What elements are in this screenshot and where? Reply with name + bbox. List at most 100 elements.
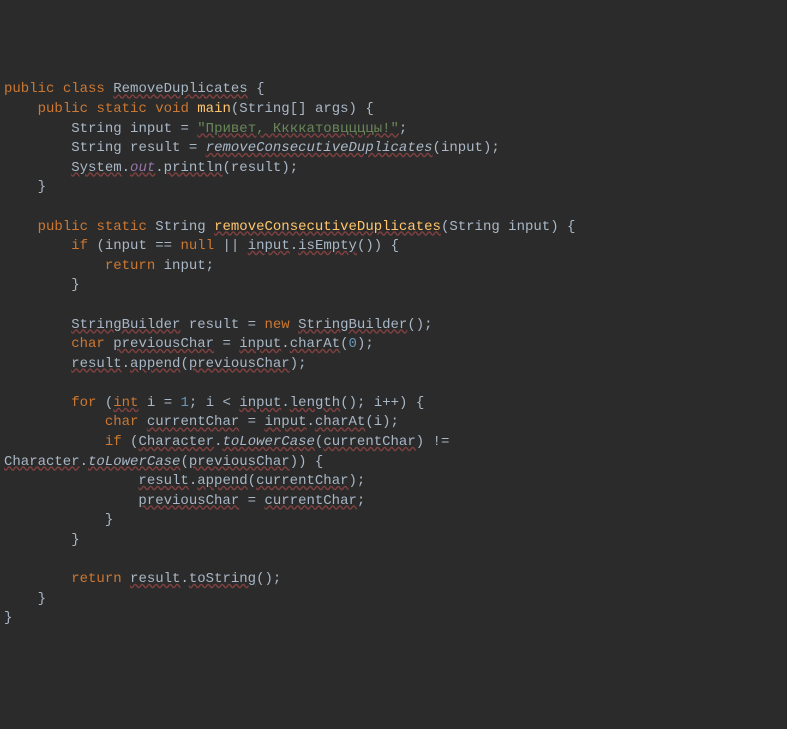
kw-public: public [38,219,88,235]
method-println: println [164,160,223,176]
ident-current: currentChar [147,414,239,430]
semi: ; [424,317,432,333]
kw-public: public [38,101,88,117]
line-14: char previousChar = input.charAt(0); [71,336,374,352]
method-main: main [197,101,231,117]
paren: ) [290,356,298,372]
semi: ; [290,160,298,176]
brace-open: { [416,395,424,411]
brace-close: } [71,532,79,548]
brace-open: { [365,101,373,117]
kw-void: void [155,101,189,117]
op-oror: || [223,238,240,254]
dot: . [122,356,130,372]
ident-i: i [206,395,214,411]
line-19: if (Character.toLowerCase(currentChar) !… [105,434,450,450]
num-1: 1 [181,395,189,411]
type-character: Character [138,434,214,450]
ident-input: input [239,336,281,352]
dot: . [307,414,315,430]
kw-new: new [264,317,289,333]
brace-close: } [38,179,46,195]
dot: . [155,160,163,176]
line-26: return result.toString(); [71,571,281,587]
bracket: [ [290,101,298,117]
dot: . [281,336,289,352]
paren: ) [298,454,306,470]
ident-args: args [315,101,349,117]
line-18: char currentChar = input.charAt(i); [105,414,399,430]
ident-input: input [105,238,147,254]
paren: ( [340,336,348,352]
line-17: for (int i = 1; i < input.length(); i++)… [71,395,424,411]
code-editor: public class RemoveDuplicates { public s… [0,78,787,631]
paren: ) [416,317,424,333]
brace-close: } [105,512,113,528]
paren: ) [281,160,289,176]
type-string: String [239,101,289,117]
line-5: System.out.println(result); [71,160,298,176]
semi: ; [273,571,281,587]
method-charat: charAt [290,336,340,352]
semi: ; [391,414,399,430]
semi: ; [206,258,214,274]
kw-char: char [105,414,139,430]
type-sb: StringBuilder [71,317,180,333]
brace-close: } [38,591,46,607]
kw-int: int [113,395,138,411]
paren: ( [180,356,188,372]
op-eq: = [189,140,197,156]
ident-prev: previousChar [138,493,239,509]
type-sb: StringBuilder [298,317,407,333]
line-8: public static String removeConsecutiveDu… [38,219,576,235]
kw-public: public [4,81,54,97]
paren: ) [349,101,357,117]
kw-for: for [71,395,96,411]
dot: . [290,238,298,254]
method-decl: removeConsecutiveDuplicates [214,219,441,235]
ident-result: result [231,160,281,176]
ident-input: input [248,238,290,254]
kw-class: class [63,81,105,97]
ident-current: currentChar [264,493,356,509]
paren: ( [256,571,264,587]
ident-input: input [508,219,550,235]
op-eq: = [248,317,256,333]
paren: ( [222,160,230,176]
line-10: return input; [105,258,214,274]
method-append: append [197,473,247,489]
semi: ; [491,140,499,156]
op-eq: = [248,414,256,430]
method-tolower: toLowerCase [88,454,180,470]
paren: ) [374,238,382,254]
paren: ( [340,395,348,411]
op-eq: = [222,336,230,352]
method-length: length [290,395,340,411]
ident-current: currentChar [256,473,348,489]
ident-prev: previousChar [113,336,214,352]
ident-current: currentChar [323,434,415,450]
field-out: out [130,160,155,176]
line-20: Character.toLowerCase(previousChar)) { [4,454,323,470]
dot: . [122,160,130,176]
paren: ) [399,395,407,411]
brace-open: { [256,81,264,97]
kw-static: static [96,101,146,117]
ident-i: i [147,395,155,411]
semi: ; [357,493,365,509]
ident-input: input [264,414,306,430]
type-string: String [71,140,121,156]
paren: ) [382,414,390,430]
ident-i: i [374,395,382,411]
method-append: append [130,356,180,372]
type-string: String [155,219,205,235]
brace-close: } [71,277,79,293]
ident-result: result [130,571,180,587]
ident-input: input [164,258,206,274]
method-isempty: isEmpty [298,238,357,254]
op-neq: != [433,434,450,450]
op-eq: = [248,493,256,509]
paren: ( [433,140,441,156]
dot: . [281,395,289,411]
paren: ( [248,473,256,489]
